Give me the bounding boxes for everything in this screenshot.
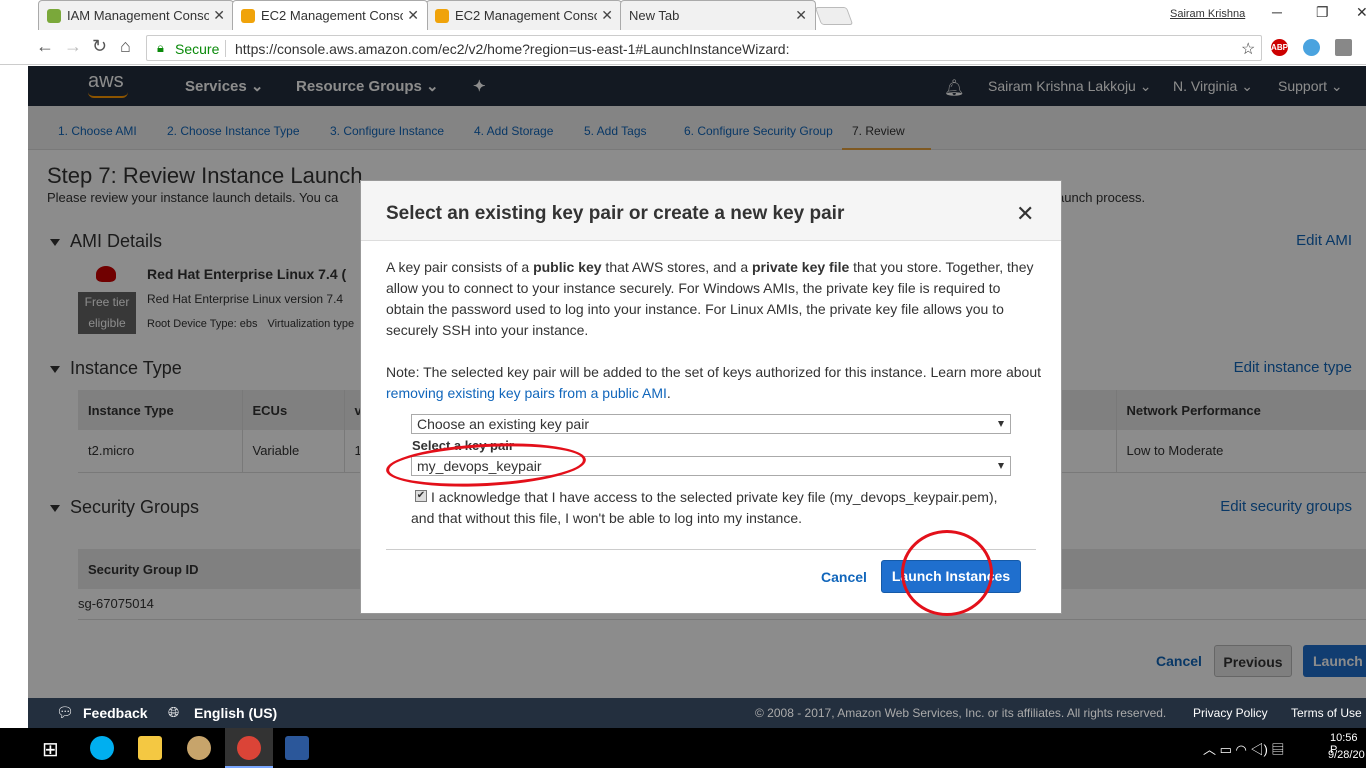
chrome-profile-name[interactable]: Sairam Krishna <box>1170 8 1245 20</box>
address-bar-row: ← → ↻ ⌂ 🔒︎ Secure https://console.aws.am… <box>0 31 1366 65</box>
url-separator <box>225 40 226 57</box>
key-pair-explanation: A key pair consists of a public key that… <box>386 257 1041 341</box>
file-explorer-icon[interactable] <box>138 736 162 760</box>
url-bar[interactable]: 🔒︎ Secure https://console.aws.amazon.com… <box>146 35 1262 61</box>
dialog-cancel-button[interactable]: Cancel <box>821 569 867 585</box>
system-tray-icons[interactable]: ︿ ▭ ◠ ◁) ▤ <box>1203 739 1284 758</box>
secure-label: Secure <box>175 41 220 57</box>
text: A key pair consists of a <box>386 259 534 275</box>
dialog-title: Select an existing key pair or create a … <box>386 203 845 224</box>
forward-icon[interactable]: → <box>64 36 82 57</box>
dropdown-arrow-icon <box>998 421 1004 427</box>
windows-start-icon[interactable]: ⊞ <box>42 737 59 762</box>
console-footer: 💬︎ Feedback 🌐︎ English (US) © 2008 - 201… <box>28 698 1366 728</box>
text: that AWS stores, and a <box>601 259 752 275</box>
dropdown-arrow-icon <box>998 463 1004 469</box>
tab-close-icon[interactable]: ✕ <box>407 7 419 24</box>
lock-icon: 🔒︎ <box>157 40 164 55</box>
copyright-text: © 2008 - 2017, Amazon Web Services, Inc.… <box>755 706 1167 720</box>
language-selector[interactable]: English (US) <box>194 705 277 721</box>
browser-tab-bar: IAM Management Conso ✕ EC2 Management Co… <box>0 0 1366 31</box>
tab-label: IAM Management Conso <box>67 8 210 23</box>
tab-close-icon[interactable]: ✕ <box>213 7 225 24</box>
text-bold: private key file <box>752 259 850 275</box>
tab-label: New Tab <box>629 8 680 23</box>
feedback-icon: 💬︎ <box>56 704 74 720</box>
adblock-icon[interactable]: ABP <box>1271 39 1288 56</box>
key-pair-mode-select[interactable]: Choose an existing key pair <box>411 414 1011 434</box>
extension-icon[interactable] <box>1335 39 1352 56</box>
close-window-icon[interactable]: ✕ <box>1356 4 1366 21</box>
dialog-close-icon[interactable]: ✕ <box>1016 201 1034 227</box>
url-text: https://console.aws.amazon.com/ec2/v2/ho… <box>235 41 790 57</box>
text-bold: public key <box>533 259 602 275</box>
privacy-policy-link[interactable]: Privacy Policy <box>1193 706 1268 720</box>
ec2-favicon-icon <box>435 8 449 23</box>
tab-close-icon[interactable]: ✕ <box>601 7 613 24</box>
browser-tab-ec2[interactable]: EC2 Management Conso ✕ <box>426 0 622 30</box>
skype-icon[interactable] <box>90 736 114 760</box>
chrome-icon <box>237 736 261 760</box>
note-end: . <box>666 385 671 401</box>
new-tab-button[interactable] <box>814 7 854 25</box>
annotation-circle-launch <box>901 530 993 616</box>
browser-tab-iam[interactable]: IAM Management Conso ✕ <box>38 0 234 30</box>
acknowledge-text: I acknowledge that I have access to the … <box>411 489 998 526</box>
paint-icon[interactable] <box>187 736 211 760</box>
clock-date[interactable]: 9/28/20 <box>1328 749 1365 761</box>
word-icon[interactable] <box>285 736 309 760</box>
remove-key-pairs-link[interactable]: removing existing key pairs from a publi… <box>386 385 667 401</box>
tab-label: EC2 Management Conso <box>455 8 598 23</box>
home-icon[interactable]: ⌂ <box>120 36 131 57</box>
cloud-extension-icon[interactable] <box>1303 39 1320 56</box>
acknowledge-checkbox[interactable]: ✔ <box>415 490 427 502</box>
key-pair-note: Note: The selected key pair will be adde… <box>386 362 1041 404</box>
browser-tab-newtab[interactable]: New Tab ✕ <box>620 0 816 30</box>
restore-icon[interactable]: ❐ <box>1316 4 1329 21</box>
globe-icon: 🌐︎ <box>168 704 180 720</box>
back-icon[interactable]: ← <box>36 36 54 57</box>
selected-mode: Choose an existing key pair <box>417 416 589 432</box>
terms-of-use-link[interactable]: Terms of Use <box>1291 706 1362 720</box>
dialog-body: A key pair consists of a public key that… <box>386 257 1041 404</box>
tab-label: EC2 Management Conso <box>261 8 404 23</box>
tab-close-icon[interactable]: ✕ <box>795 7 807 24</box>
iam-favicon-icon <box>47 8 61 23</box>
ec2-favicon-icon <box>241 8 255 23</box>
windows-taskbar: ⊞ ︿ ▭ ◠ ◁) ▤ 10:56 P 9/28/20 <box>0 728 1366 768</box>
minimize-icon[interactable]: ─ <box>1272 4 1282 20</box>
dialog-header: Select an existing key pair or create a … <box>361 181 1061 241</box>
note-text: Note: The selected key pair will be adde… <box>386 364 1042 380</box>
reload-icon[interactable]: ↻ <box>92 36 107 57</box>
feedback-link[interactable]: Feedback <box>83 705 148 721</box>
browser-tab-ec2-active[interactable]: EC2 Management Conso ✕ <box>232 0 428 30</box>
bookmark-star-icon[interactable]: ☆ <box>1241 39 1255 59</box>
